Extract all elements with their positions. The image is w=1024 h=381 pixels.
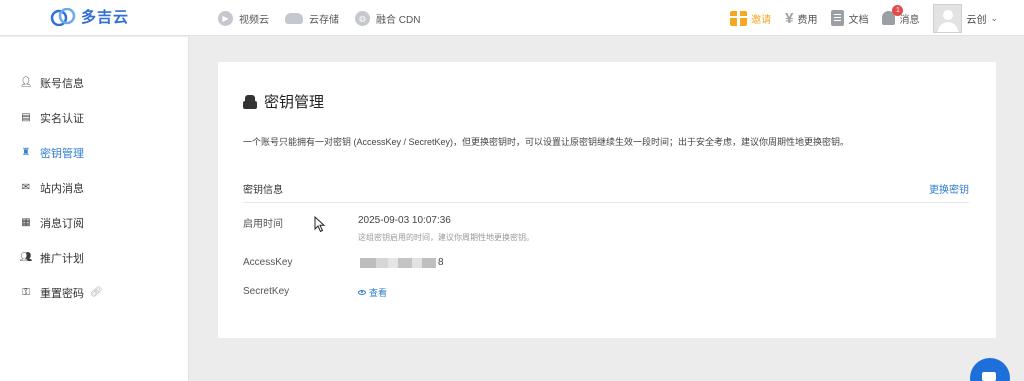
envelope-icon: ✉: [21, 182, 31, 193]
docs-label: 文档: [848, 14, 869, 26]
billing-button[interactable]: ¥ 费用: [785, 10, 817, 27]
logo[interactable]: 多吉云: [50, 6, 129, 27]
logo-text: 多吉云: [81, 9, 130, 26]
chevron-down-icon: ⌄: [990, 12, 998, 23]
redaction-block: [398, 257, 412, 268]
nav-video-cloud[interactable]: ▶ 视频云: [218, 10, 269, 26]
sidebar-item-referral[interactable]: 👥︎ 推广计划: [0, 240, 188, 275]
section-title: 密钥信息: [243, 185, 283, 196]
access-key-label: AccessKey: [243, 257, 293, 268]
document-icon: [831, 10, 845, 26]
sidebar-item-reset-password[interactable]: ⚿ 重置密码 🔗︎: [0, 275, 188, 310]
nav-cloud-storage[interactable]: 云存储: [285, 11, 339, 26]
messages-button[interactable]: 1 消息: [882, 5, 919, 26]
user-menu[interactable]: 云创 ⌄: [933, 3, 998, 33]
redaction-block: [360, 257, 376, 268]
spy-icon: [243, 94, 257, 109]
key-icon: ⚿: [22, 287, 30, 298]
sidebar-item-label: 推广计划: [40, 252, 84, 265]
user-icon: 👤︎: [19, 77, 33, 88]
gift-icon: [730, 10, 748, 26]
nav-label: 融合 CDN: [376, 14, 421, 26]
invite-button[interactable]: 邀请: [730, 10, 772, 26]
bell-icon: 1: [882, 5, 904, 25]
user-name: 云创: [966, 14, 987, 26]
chat-support-button[interactable]: [970, 358, 1010, 381]
newspaper-icon: ▦: [21, 217, 31, 228]
key-info-section-header: 密钥信息 更换密钥: [243, 179, 969, 203]
redaction-block: [388, 257, 398, 268]
docs-button[interactable]: 文档: [831, 10, 868, 26]
enabled-time-value: 2025-09-03 10:07:36: [358, 215, 451, 226]
key-management-card: 密钥管理 一个账号只能拥有一对密钥 (AccessKey / SecretKey…: [218, 62, 996, 338]
redaction-block: [376, 257, 388, 268]
eye-icon: [358, 290, 366, 295]
cloud-storage-icon: [285, 12, 303, 24]
rotate-key-link[interactable]: 更换密钥: [929, 181, 969, 196]
globe-icon: ◍: [355, 10, 370, 26]
avatar: [933, 3, 963, 33]
external-link-icon: 🔗︎: [90, 287, 103, 298]
play-circle-icon: ▶: [218, 10, 233, 26]
access-key-value-masked: 8: [360, 257, 444, 268]
invite-label: 邀请: [751, 14, 772, 26]
id-card-icon: ▤: [21, 112, 31, 123]
nav-label: 云存储: [309, 14, 339, 26]
sidebar-item-label: 实名认证: [40, 112, 84, 125]
nav-cdn[interactable]: ◍ 融合 CDN: [355, 10, 421, 26]
logo-cloud-icon: [50, 7, 76, 26]
enabled-time-hint: 这组密钥启用的时间，建议你周期性地更换密钥。: [358, 233, 534, 242]
sidebar-item-label: 重置密码: [40, 287, 84, 300]
spy-icon: ♜: [21, 147, 31, 158]
sidebar: 👤︎ 账号信息 ▤ 实名认证 ♜ 密钥管理 ✉ 站内消息 ▦ 消息订阅 👥︎ 推…: [0, 37, 189, 381]
sidebar-item-messages[interactable]: ✉ 站内消息: [0, 170, 188, 205]
sidebar-item-key-management[interactable]: ♜ 密钥管理: [0, 135, 188, 170]
sidebar-item-account-info[interactable]: 👤︎ 账号信息: [0, 65, 188, 100]
nav-label: 视频云: [239, 14, 269, 26]
access-key-tail: 8: [438, 257, 444, 268]
enabled-time-label: 启用时间: [243, 219, 283, 230]
page-description: 一个账号只能拥有一对密钥 (AccessKey / SecretKey)，但更换…: [243, 137, 850, 147]
top-bar: 多吉云 ▶ 视频云 云存储 ◍ 融合 CDN 邀请 ¥ 费用 文档 1 消息 云…: [0, 0, 1024, 36]
sidebar-item-label: 消息订阅: [40, 217, 84, 230]
redaction-block: [412, 257, 422, 268]
sidebar-item-subscriptions[interactable]: ▦ 消息订阅: [0, 205, 188, 240]
page-title-text: 密钥管理: [264, 94, 325, 111]
mouse-cursor-icon: [314, 216, 326, 233]
page-title: 密钥管理: [243, 91, 324, 112]
yen-icon: ¥: [785, 9, 794, 27]
secret-key-label: SecretKey: [243, 286, 290, 297]
users-icon: 👥︎: [19, 252, 33, 263]
billing-label: 费用: [797, 14, 818, 26]
sidebar-item-label: 站内消息: [40, 182, 84, 195]
sidebar-item-label: 账号信息: [40, 77, 84, 90]
top-right-menu: 邀请 ¥ 费用 文档 1 消息 云创 ⌄: [730, 0, 998, 36]
redaction-block: [422, 257, 436, 268]
view-secret-key-button[interactable]: 查看: [358, 286, 387, 299]
view-label: 查看: [369, 288, 388, 298]
top-nav: ▶ 视频云 云存储 ◍ 融合 CDN: [218, 0, 420, 36]
sidebar-item-verification[interactable]: ▤ 实名认证: [0, 100, 188, 135]
sidebar-item-label: 密钥管理: [40, 147, 84, 160]
